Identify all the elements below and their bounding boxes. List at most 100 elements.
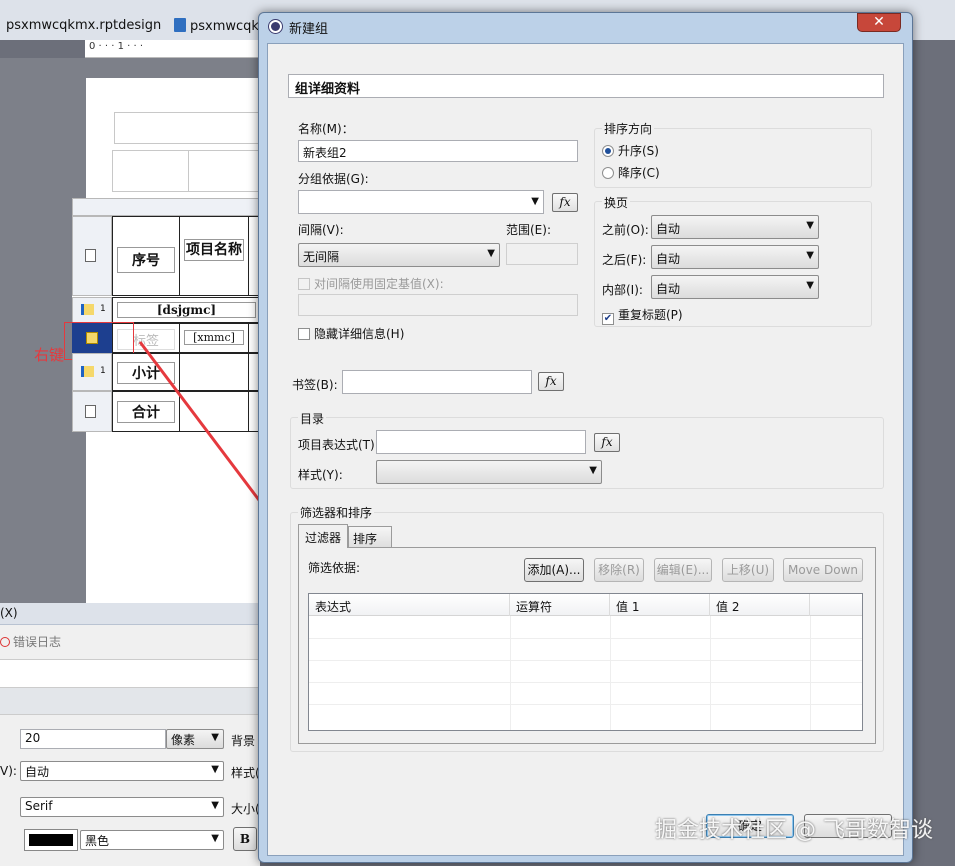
toc-item-expression-input[interactable] — [376, 430, 586, 454]
repeat-header-checkbox[interactable]: ✔ 重复标题(P) — [602, 306, 683, 325]
watermark-text: 掘金技术社区 @ 飞哥数智谈 — [655, 818, 933, 843]
inside-select[interactable]: 自动 ▼ — [651, 275, 819, 299]
dialog-close-button[interactable]: ✕ — [857, 13, 901, 32]
name-input[interactable]: 新表组2 — [298, 140, 578, 162]
auto-select[interactable]: 自动 ▼ — [20, 761, 224, 781]
filter-table[interactable]: 表达式 运算符 值 1 值 2 — [308, 593, 863, 731]
sort-desc-radio[interactable]: 降序(C) — [602, 164, 660, 181]
grid-line — [710, 616, 711, 730]
bottom-panels: (X) 错误日志 20 像素 ▼ 背景 V): 自动 ▼ 样式( Serif ▼ 大小… — [0, 603, 260, 866]
add-filter-button[interactable]: 添加(A)... — [524, 558, 584, 582]
color-swatch — [29, 834, 73, 846]
radio-selected-icon — [602, 145, 614, 157]
inside-value: 自动 — [656, 282, 681, 296]
add-label: 添加(A)... — [527, 563, 581, 577]
grid-line — [510, 616, 511, 730]
column-header-expression[interactable]: 表达式 — [309, 594, 510, 616]
close-view-label[interactable]: (X) — [0, 606, 18, 620]
font-value: Serif — [25, 799, 53, 813]
chevron-down-icon: ▼ — [211, 764, 219, 775]
remove-filter-button[interactable]: 移除(R) — [594, 558, 644, 582]
bold-label: B — [239, 832, 251, 846]
hide-detail-label: 隐藏详细信息(H) — [314, 327, 405, 341]
name-value: 新表组2 — [303, 146, 347, 160]
after-value: 自动 — [656, 252, 681, 266]
sort-direction-title: 排序方向 — [602, 120, 655, 137]
grid-line — [309, 682, 862, 683]
console-area — [0, 659, 260, 687]
toc-title: 目录 — [298, 410, 327, 427]
edit-filter-button[interactable]: 编辑(E)... — [654, 558, 712, 582]
toc-expression-button[interactable]: fx — [594, 433, 620, 452]
error-log-tab[interactable]: 错误日志 — [0, 633, 61, 650]
move-down-button[interactable]: Move Down — [783, 558, 863, 582]
tab-sort-label: 排序 — [353, 532, 378, 546]
bold-button[interactable]: B — [233, 827, 257, 851]
tab-sort[interactable]: 排序 — [348, 526, 392, 547]
error-log-label: 错误日志 — [13, 635, 62, 649]
column-header-value1[interactable]: 值 1 — [610, 594, 710, 616]
fx-icon: fx — [559, 195, 571, 209]
interval-label: 间隔(V): — [298, 223, 344, 237]
grid-line — [309, 704, 862, 705]
filter-sort-title: 筛选器和排序 — [298, 504, 375, 521]
error-log-icon — [0, 637, 10, 647]
tab-filter[interactable]: 过滤器 — [298, 524, 348, 548]
column-header-value2[interactable]: 值 2 — [710, 594, 810, 616]
color-swatch-button[interactable] — [24, 829, 78, 851]
interval-value: 无间隔 — [303, 250, 340, 264]
range-label: 范围(E): — [506, 223, 551, 237]
checkmark-icon: ✔ — [602, 313, 614, 325]
font-select[interactable]: Serif ▼ — [20, 797, 224, 817]
fixed-base-input[interactable] — [298, 294, 578, 316]
checkbox-icon — [298, 328, 310, 340]
grid-line — [309, 638, 862, 639]
grid-line — [810, 616, 811, 730]
chevron-down-icon: ▼ — [211, 732, 219, 743]
after-label: 之后(F): — [602, 253, 647, 267]
size-unit-select[interactable]: 像素 ▼ — [166, 729, 224, 749]
dialog-content: 组详细资料 名称(M)： 新表组2 分组依据(G): ▼ fx 间隔(V): 范… — [267, 43, 904, 856]
background-label: 背景 — [231, 734, 256, 748]
move-up-button[interactable]: 上移(U) — [722, 558, 774, 582]
interval-select[interactable]: 无间隔 ▼ — [298, 243, 500, 267]
sort-asc-radio[interactable]: 升序(S) — [602, 142, 659, 159]
edit-label: 编辑(E)... — [656, 563, 710, 577]
group-by-label: 分组依据(G): — [298, 172, 369, 186]
color-select[interactable]: 黑色 ▼ — [80, 830, 224, 850]
size-input[interactable]: 20 — [20, 729, 166, 749]
sort-desc-label: 降序(C) — [618, 166, 660, 180]
group-details-header: 组详细资料 — [288, 74, 884, 98]
before-select[interactable]: 自动 ▼ — [651, 215, 819, 239]
group-by-select[interactable]: ▼ — [298, 190, 544, 214]
checkbox-icon — [298, 278, 310, 290]
before-value: 自动 — [656, 222, 681, 236]
range-input[interactable] — [506, 243, 578, 265]
after-select[interactable]: 自动 ▼ — [651, 245, 819, 269]
bookmark-expression-button[interactable]: fx — [538, 372, 564, 391]
dialog-titlebar[interactable]: 新建组 — [259, 13, 912, 41]
auto-value: 自动 — [25, 765, 50, 779]
size-value: 20 — [25, 731, 41, 745]
sort-asc-label: 升序(S) — [618, 144, 659, 158]
chevron-down-icon: ▼ — [487, 248, 495, 259]
toc-item-expression-label: 项目表达式(T) — [298, 438, 375, 452]
bookmark-input[interactable] — [342, 370, 532, 394]
toc-style-select[interactable]: ▼ — [376, 460, 602, 484]
properties-header — [0, 687, 260, 715]
group-by-expression-button[interactable]: fx — [552, 193, 578, 212]
hide-detail-checkbox[interactable]: 隐藏详细信息(H) — [298, 325, 404, 342]
column-header-operator[interactable]: 运算符 — [510, 594, 610, 616]
color-value: 黑色 — [85, 834, 110, 848]
tab-filter-label: 过滤器 — [305, 531, 342, 545]
size-unit-value: 像素 — [171, 733, 196, 747]
v-label: V): — [0, 764, 17, 778]
grid-line — [610, 616, 611, 730]
fixed-base-checkbox[interactable]: 对间隔使用固定基值(X): — [298, 275, 444, 292]
name-label: 名称(M)： — [298, 122, 354, 136]
chevron-down-icon: ▼ — [531, 196, 539, 207]
chevron-down-icon: ▼ — [806, 220, 814, 231]
inside-label: 内部(I): — [602, 283, 643, 297]
eclipse-app-icon — [269, 20, 282, 33]
filter-by-label: 筛选依据: — [308, 561, 361, 575]
